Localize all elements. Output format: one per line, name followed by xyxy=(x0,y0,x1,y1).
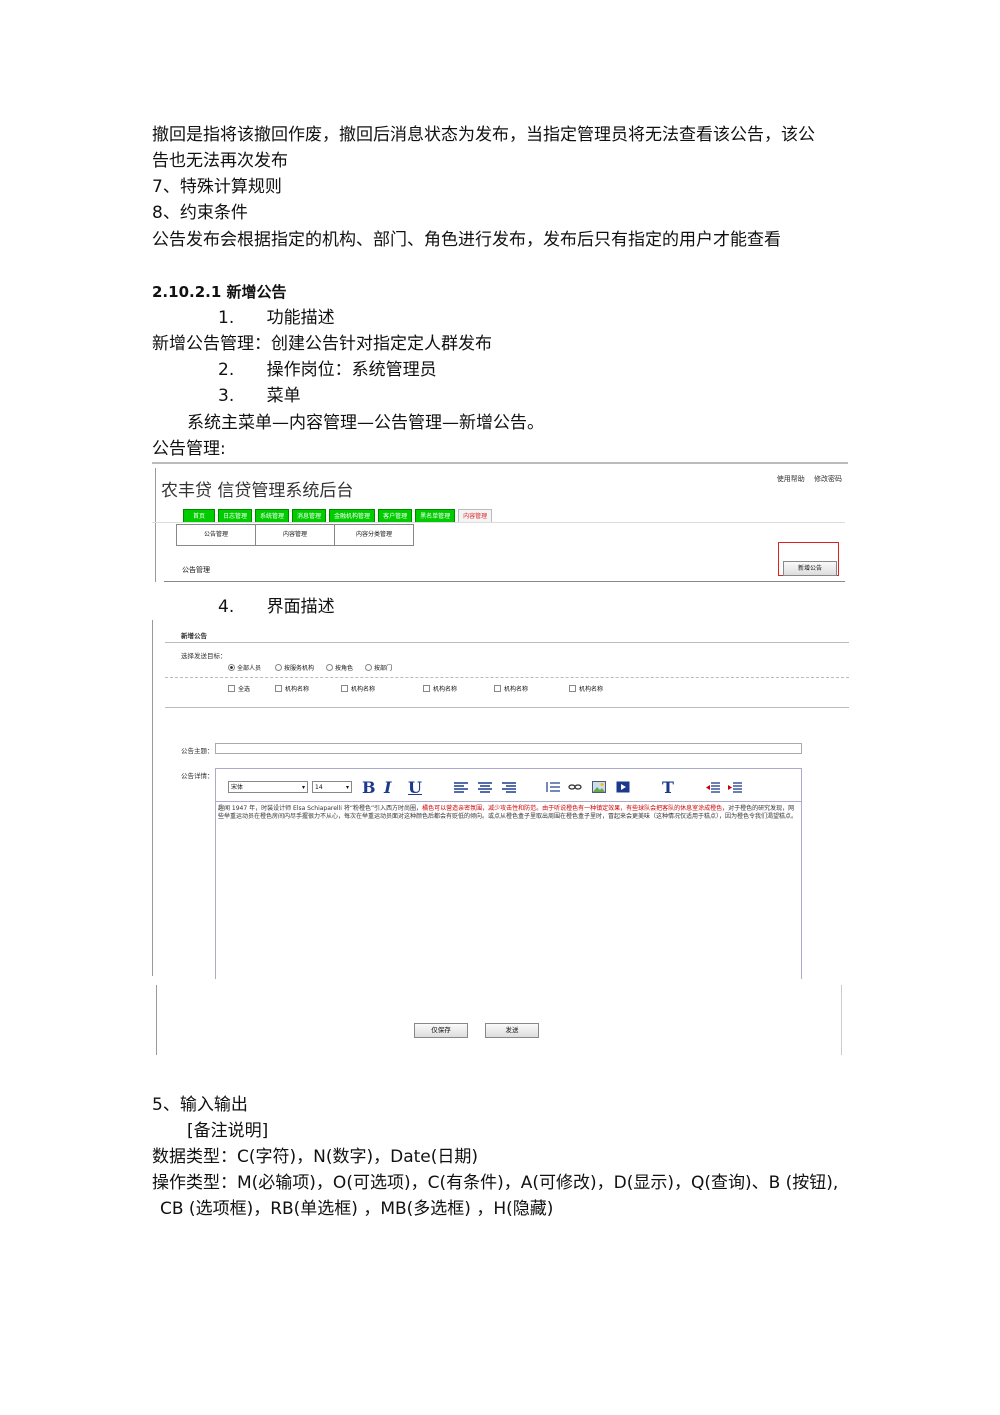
divider xyxy=(165,642,849,643)
radio-by-department[interactable]: 按部门 xyxy=(365,663,392,672)
highlighted-text: 橘色可以营造亲密氛围，减少攻击性和防范。由于听说橙色有一种镇定效果，有些球队会把… xyxy=(422,805,729,812)
recall-paragraph-line1: 撤回是指将该撤回作废，撤回后消息状态为发布，当指定管理员将无法查看该公告，该公 xyxy=(152,125,815,145)
menu-logs[interactable]: 日志管理 xyxy=(218,509,253,523)
menu-system[interactable]: 系统管理 xyxy=(255,509,290,523)
link-icon[interactable] xyxy=(568,781,582,793)
checkbox-institution[interactable]: 机构名称 xyxy=(341,684,375,693)
operation-types-line1: 操作类型：M(必输项)，O(可选项)，C(有条件)，A(可修改)，D(显示)，Q… xyxy=(152,1173,839,1193)
recall-paragraph-line2: 告也无法再次发布 xyxy=(152,151,288,171)
font-size-select[interactable]: 14 xyxy=(312,781,352,794)
outdent-icon[interactable] xyxy=(706,781,720,793)
menu-blacklist[interactable]: 黑名单管理 xyxy=(415,509,456,523)
checkbox-select-all[interactable]: 全选 xyxy=(228,684,250,693)
target-label: 选择发送目标： xyxy=(181,652,227,660)
checkbox-institution[interactable]: 机构名称 xyxy=(569,684,603,693)
menu-path: 系统主菜单—内容管理—公告管理—新增公告。 xyxy=(187,413,544,433)
font-family-select[interactable]: 宋体 xyxy=(228,781,308,794)
checkbox-institution[interactable]: 机构名称 xyxy=(423,684,457,693)
menu-customers[interactable]: 客户管理 xyxy=(378,509,413,523)
editor-content: 趣闻 1947 年，时装设计师 Elsa Schiaparelli 将“粉橙色”… xyxy=(218,805,798,820)
list-item-role: 2. 操作岗位：系统管理员 xyxy=(218,360,437,380)
screenshot-caption: 公告管理: xyxy=(152,439,226,459)
checkbox-institution[interactable]: 机构名称 xyxy=(494,684,528,693)
divider xyxy=(165,707,849,708)
detail-label: 公告详情： xyxy=(181,772,214,780)
notice-management-screenshot: 农丰贷 信贷管理系统后台 使用帮助 修改密码 首页 日志管理 系统管理 消息管理… xyxy=(152,462,848,584)
main-menu: 首页 日志管理 系统管理 消息管理 金融机构管理 客户管理 黑名单管理 内容管理 xyxy=(183,509,493,523)
list-item-function: 1. 功能描述 xyxy=(218,308,335,328)
bold-icon[interactable]: B xyxy=(362,778,376,797)
numbered-list-icon[interactable] xyxy=(546,781,560,793)
submenu-content-category[interactable]: 内容分类管理 xyxy=(335,525,413,545)
menu-institutions[interactable]: 金融机构管理 xyxy=(329,509,376,523)
add-notice-form-screenshot: 新增公告 选择发送目标： 全部人员 按服务机构 按角色 按部门 全选 机构名称 … xyxy=(152,620,849,979)
form-footer: 仅保存 发送 xyxy=(156,985,842,1055)
add-notice-button[interactable]: 新增公告 xyxy=(783,561,837,576)
submenu-notice[interactable]: 公告管理 xyxy=(177,525,256,545)
top-links: 使用帮助 修改密码 xyxy=(770,474,842,484)
function-description: 新增公告管理：创建公告针对指定定人群发布 xyxy=(152,334,492,354)
text-format-icon[interactable]: T xyxy=(662,778,674,797)
constraint-text: 公告发布会根据指定的机构、部门、角色进行发布，发布后只有指定的用户才能查看 xyxy=(152,230,781,250)
radio-all-staff[interactable]: 全部人员 xyxy=(228,663,261,672)
data-types: 数据类型：C(字符)，N(数字)，Date(日期) xyxy=(152,1147,479,1167)
subject-input[interactable] xyxy=(215,743,802,754)
heading-input-output: 5、输入输出 xyxy=(152,1095,248,1115)
operation-types-line2: CB (选项框)，RB(单选框) ，MB(多选框) ，H(隐藏) xyxy=(160,1199,554,1219)
align-right-icon[interactable] xyxy=(502,781,516,793)
indent-icon[interactable] xyxy=(728,781,742,793)
section-title: 2.10.2.1 新增公告 xyxy=(152,283,287,301)
save-only-button[interactable]: 仅保存 xyxy=(414,1023,468,1038)
list-item-interface: 4. 界面描述 xyxy=(218,597,335,617)
menu-home[interactable]: 首页 xyxy=(183,509,215,523)
brand-name: 农丰贷 xyxy=(161,481,212,501)
align-center-icon[interactable] xyxy=(478,781,492,793)
divider xyxy=(152,522,845,523)
help-link[interactable]: 使用帮助 xyxy=(777,475,805,483)
heading-special-rules: 7、特殊计算规则 xyxy=(152,177,282,197)
rich-text-editor[interactable]: 宋体 14 B I U T 趣闻 1947 年，时装设计师 Elsa Schia… xyxy=(215,768,802,979)
radio-by-role[interactable]: 按角色 xyxy=(326,663,353,672)
divider xyxy=(165,677,849,678)
menu-messages[interactable]: 消息管理 xyxy=(292,509,327,523)
remark-label: [备注说明] xyxy=(187,1121,269,1141)
menu-content[interactable]: 内容管理 xyxy=(458,509,493,523)
underline-icon[interactable]: U xyxy=(408,778,422,797)
list-item-menu: 3. 菜单 xyxy=(218,386,301,406)
system-title: 农丰贷 信贷管理系统后台 xyxy=(161,476,353,501)
send-button[interactable]: 发送 xyxy=(485,1023,539,1038)
system-name: 信贷管理系统后台 xyxy=(217,481,354,501)
checkbox-institution[interactable]: 机构名称 xyxy=(275,684,309,693)
submenu-bar: 公告管理 内容管理 内容分类管理 xyxy=(176,524,414,546)
form-title: 新增公告 xyxy=(181,632,207,640)
heading-constraints: 8、约束条件 xyxy=(152,203,248,223)
editor-toolbar: 宋体 14 B I U T xyxy=(216,769,801,802)
divider xyxy=(164,581,845,582)
radio-by-institution[interactable]: 按服务机构 xyxy=(275,663,314,672)
change-password-link[interactable]: 修改密码 xyxy=(814,475,842,483)
image-icon[interactable] xyxy=(592,781,606,793)
page-title: 公告管理 xyxy=(182,566,210,574)
align-left-icon[interactable] xyxy=(454,781,468,793)
subject-label: 公告主题： xyxy=(181,747,214,755)
video-icon[interactable] xyxy=(616,781,630,793)
italic-icon[interactable]: I xyxy=(384,778,391,797)
submenu-content[interactable]: 内容管理 xyxy=(256,525,335,545)
